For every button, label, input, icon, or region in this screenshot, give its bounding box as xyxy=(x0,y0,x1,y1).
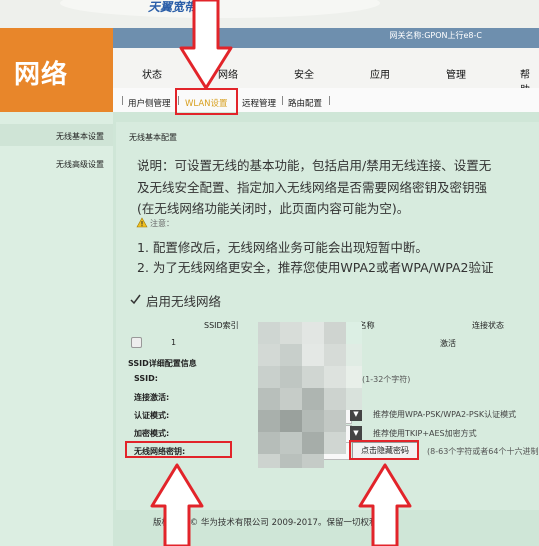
annotation-arrows xyxy=(150,0,412,546)
